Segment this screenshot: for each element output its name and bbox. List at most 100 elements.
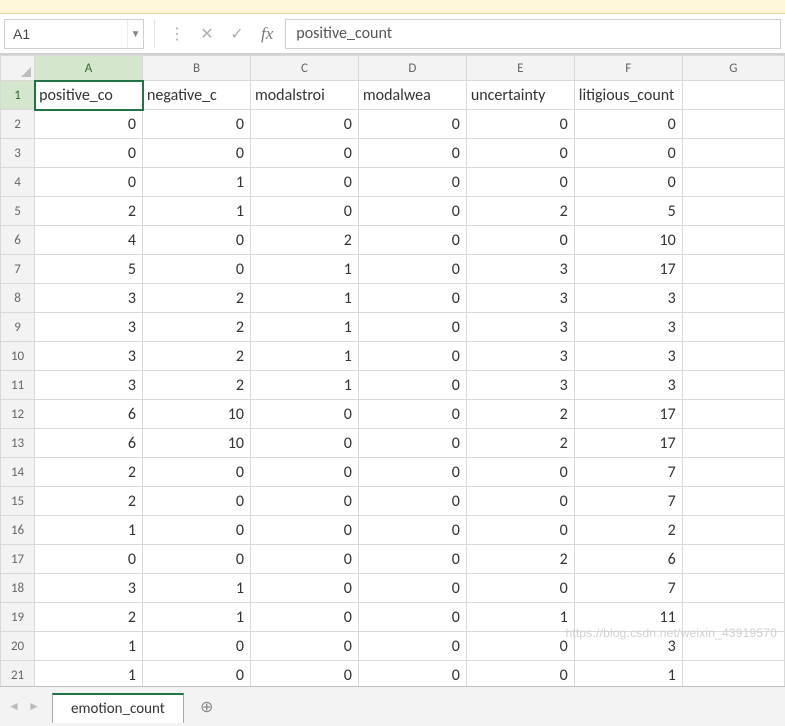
cell[interactable]: 0 xyxy=(358,110,466,139)
cell[interactable]: 0 xyxy=(466,516,574,545)
cell[interactable] xyxy=(682,284,784,313)
cell[interactable]: 0 xyxy=(358,603,466,632)
cell[interactable]: 0 xyxy=(358,516,466,545)
cell[interactable] xyxy=(682,429,784,458)
cell[interactable]: 3 xyxy=(466,313,574,342)
cell[interactable]: 3 xyxy=(466,371,574,400)
cell[interactable]: 2 xyxy=(466,429,574,458)
cell[interactable] xyxy=(682,139,784,168)
header-cell[interactable]: litigious_count xyxy=(574,81,682,110)
cell[interactable]: 0 xyxy=(35,139,143,168)
row-head[interactable]: 3 xyxy=(1,139,35,168)
name-box-dropdown-icon[interactable]: ▼ xyxy=(127,20,143,48)
cell[interactable]: 1 xyxy=(35,661,143,687)
cell[interactable]: 0 xyxy=(466,168,574,197)
cell[interactable] xyxy=(682,487,784,516)
name-box[interactable] xyxy=(5,20,127,48)
enter-icon[interactable]: ✓ xyxy=(225,22,249,46)
sheet-tab-active[interactable]: emotion_count xyxy=(52,693,184,723)
cell[interactable]: 0 xyxy=(358,545,466,574)
cell[interactable]: 1 xyxy=(250,255,358,284)
cell[interactable]: 0 xyxy=(250,545,358,574)
cell[interactable]: 0 xyxy=(358,632,466,661)
cell[interactable]: 6 xyxy=(574,545,682,574)
cell[interactable]: 0 xyxy=(143,516,251,545)
cell[interactable]: 1 xyxy=(250,371,358,400)
cell[interactable]: 2 xyxy=(35,197,143,226)
cell[interactable]: 0 xyxy=(250,516,358,545)
cell[interactable]: 0 xyxy=(358,226,466,255)
cell[interactable]: 6 xyxy=(35,400,143,429)
cell[interactable] xyxy=(682,545,784,574)
fx-icon[interactable]: fx xyxy=(255,24,279,44)
cell[interactable]: 3 xyxy=(466,342,574,371)
cell[interactable] xyxy=(682,197,784,226)
cell[interactable]: 0 xyxy=(143,545,251,574)
cell[interactable] xyxy=(682,255,784,284)
cell[interactable] xyxy=(682,342,784,371)
cell[interactable]: 0 xyxy=(358,255,466,284)
cell[interactable] xyxy=(682,516,784,545)
cell[interactable]: 0 xyxy=(358,313,466,342)
cell[interactable]: 3 xyxy=(466,255,574,284)
cell[interactable]: 0 xyxy=(250,603,358,632)
cell[interactable]: 0 xyxy=(358,400,466,429)
cell[interactable]: 3 xyxy=(35,313,143,342)
cell[interactable]: 3 xyxy=(574,284,682,313)
cell[interactable]: 2 xyxy=(466,197,574,226)
cell[interactable]: 2 xyxy=(35,458,143,487)
cell[interactable]: 10 xyxy=(143,400,251,429)
cell[interactable]: 1 xyxy=(35,632,143,661)
cell[interactable]: 0 xyxy=(466,139,574,168)
cell[interactable]: 1 xyxy=(466,603,574,632)
header-cell[interactable]: uncertainty xyxy=(466,81,574,110)
col-head-E[interactable]: E xyxy=(466,56,574,81)
row-head[interactable]: 10 xyxy=(1,342,35,371)
cell[interactable]: 3 xyxy=(35,371,143,400)
cell[interactable]: 17 xyxy=(574,400,682,429)
cell[interactable]: 0 xyxy=(143,139,251,168)
cell[interactable] xyxy=(682,400,784,429)
cell[interactable]: 3 xyxy=(35,342,143,371)
row-head[interactable]: 14 xyxy=(1,458,35,487)
cell[interactable]: 0 xyxy=(250,110,358,139)
cell[interactable]: 6 xyxy=(35,429,143,458)
cell[interactable]: 0 xyxy=(358,197,466,226)
cancel-icon[interactable]: ✕ xyxy=(195,22,219,46)
cell[interactable]: 1 xyxy=(143,603,251,632)
cell[interactable]: 7 xyxy=(574,574,682,603)
cell[interactable]: 0 xyxy=(250,168,358,197)
row-head[interactable]: 20 xyxy=(1,632,35,661)
cell[interactable]: 0 xyxy=(358,661,466,687)
cell[interactable]: 0 xyxy=(250,458,358,487)
cell[interactable]: 2 xyxy=(35,603,143,632)
row-head[interactable]: 6 xyxy=(1,226,35,255)
cell[interactable]: 0 xyxy=(466,458,574,487)
cell[interactable]: 10 xyxy=(574,226,682,255)
cell[interactable]: 0 xyxy=(466,632,574,661)
cell[interactable]: 0 xyxy=(358,487,466,516)
cell[interactable]: 0 xyxy=(574,168,682,197)
row-head[interactable]: 13 xyxy=(1,429,35,458)
cell[interactable]: 0 xyxy=(574,139,682,168)
cell[interactable]: 0 xyxy=(143,661,251,687)
tab-nav-prev-icon[interactable]: ◄ xyxy=(6,699,22,715)
cell[interactable]: 0 xyxy=(250,429,358,458)
cell[interactable]: 0 xyxy=(35,545,143,574)
row-head[interactable]: 12 xyxy=(1,400,35,429)
cell[interactable]: 0 xyxy=(143,110,251,139)
add-sheet-button[interactable]: ⊕ xyxy=(194,694,220,720)
cell[interactable] xyxy=(682,110,784,139)
col-head-D[interactable]: D xyxy=(358,56,466,81)
cell[interactable]: 0 xyxy=(250,400,358,429)
cell[interactable]: 0 xyxy=(466,487,574,516)
row-head[interactable]: 8 xyxy=(1,284,35,313)
cell[interactable]: 0 xyxy=(143,458,251,487)
cell[interactable]: 0 xyxy=(466,574,574,603)
cell[interactable]: 0 xyxy=(250,661,358,687)
cell[interactable]: 3 xyxy=(574,371,682,400)
cell[interactable]: 0 xyxy=(358,284,466,313)
row-head[interactable]: 21 xyxy=(1,661,35,687)
cell[interactable]: 1 xyxy=(143,574,251,603)
cell[interactable]: 0 xyxy=(35,110,143,139)
